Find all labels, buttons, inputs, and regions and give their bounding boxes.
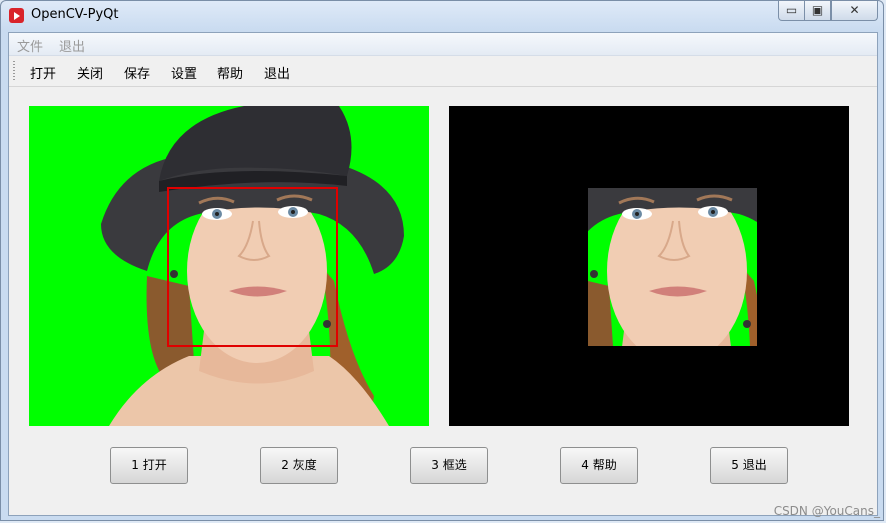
window-title: OpenCV-PyQt xyxy=(31,7,119,22)
main-content: 文件 退出 打开 关闭 保存 设置 帮助 退出 1 打开 2 灰度 3 框选 4… xyxy=(8,32,878,516)
app-window: OpenCV-PyQt ▭ ▣ ✕ 文件 退出 打开 关闭 保存 设置 帮助 退… xyxy=(0,0,884,521)
close-button[interactable]: ✕ xyxy=(831,1,878,21)
toolbar-open-button[interactable]: 打开 xyxy=(30,63,56,82)
toolbar-save-button[interactable]: 保存 xyxy=(124,63,150,82)
minimize-icon: ▭ xyxy=(785,3,798,17)
menu-bar: 文件 退出 xyxy=(9,33,877,56)
exit-button[interactable]: 5 退出 xyxy=(710,447,788,484)
toolbar-exit-button[interactable]: 退出 xyxy=(264,63,290,82)
maximize-button[interactable]: ▣ xyxy=(804,1,831,21)
portrait-photo xyxy=(101,106,404,426)
toolbar-help-button[interactable]: 帮助 xyxy=(217,63,243,82)
watermark: CSDN @YouCans_ xyxy=(773,504,880,518)
select-roi-button[interactable]: 3 框选 xyxy=(410,447,488,484)
toolbar-close-button[interactable]: 关闭 xyxy=(77,63,103,82)
menu-file[interactable]: 文件 xyxy=(17,36,43,55)
processed-image xyxy=(449,106,849,426)
toolbar-settings-button[interactable]: 设置 xyxy=(171,63,197,82)
toolbar: 打开 关闭 保存 设置 帮助 退出 xyxy=(9,56,877,87)
menu-exit[interactable]: 退出 xyxy=(59,36,85,55)
help-button[interactable]: 4 帮助 xyxy=(560,447,638,484)
minimize-button[interactable]: ▭ xyxy=(778,1,805,21)
grayscale-button[interactable]: 2 灰度 xyxy=(260,447,338,484)
app-icon xyxy=(9,8,24,23)
cropped-face xyxy=(588,188,757,346)
title-bar[interactable]: OpenCV-PyQt ▭ ▣ ✕ xyxy=(1,1,883,31)
maximize-icon: ▣ xyxy=(811,3,824,17)
close-icon: ✕ xyxy=(849,3,860,17)
original-image xyxy=(29,106,429,426)
open-button[interactable]: 1 打开 xyxy=(110,447,188,484)
toolbar-grip[interactable] xyxy=(13,61,15,81)
